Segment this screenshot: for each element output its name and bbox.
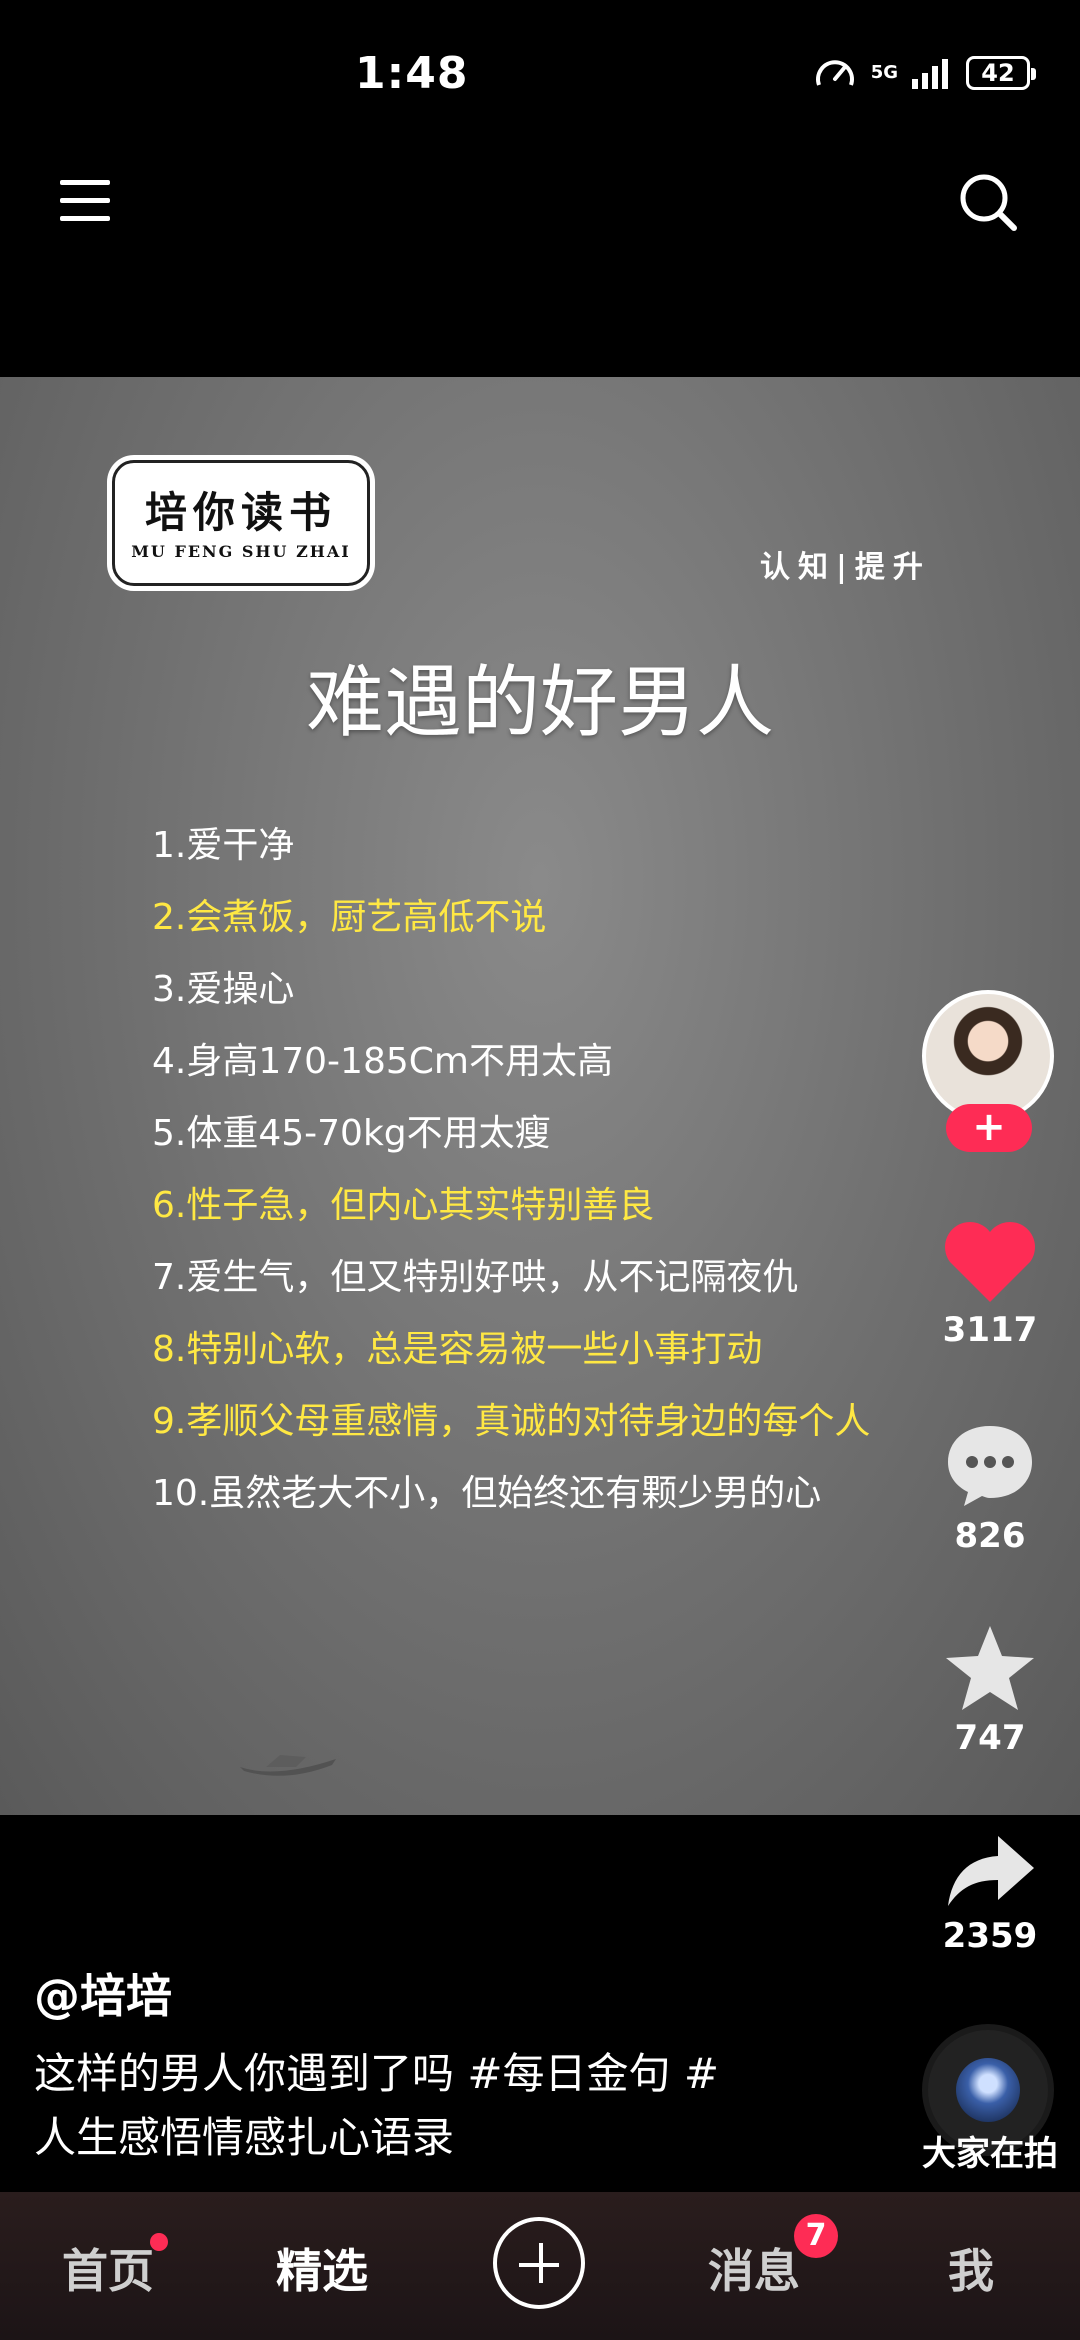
network-type: 5G [870, 62, 898, 83]
comment-count: 826 [954, 1516, 1026, 1556]
list-item: 7.爱生气，但又特别好哄，从不记隔夜仇 [152, 1257, 799, 1298]
share-count: 2359 [942, 1916, 1038, 1956]
list-item: 4.身高170-185Cm不用太高 [152, 1041, 613, 1082]
list-item: 1.爱干净 [152, 825, 295, 866]
author-avatar[interactable] [922, 990, 1054, 1122]
brand-logo: 培你读书 MU FENG SHU ZHAI [112, 460, 370, 586]
status-icons: 5G 42 [813, 55, 1036, 91]
like-count: 3117 [942, 1310, 1038, 1350]
list-item: 9.孝顺父母重感情，真诚的对待身边的每个人 [152, 1401, 871, 1442]
home-notification-dot [150, 2233, 168, 2251]
favorite-button[interactable]: 747 [930, 1622, 1050, 1758]
music-label[interactable]: 大家在拍 [910, 2126, 1070, 2175]
share-button[interactable]: 2359 [930, 1830, 1050, 1956]
qualities-list: 1.爱干净 2.会煮饭，厨艺高低不说 3.爱操心 4.身高170-185Cm不用… [152, 818, 870, 1538]
boat-illustration [236, 1745, 346, 1785]
nav-featured[interactable]: 精选 [276, 2235, 368, 2301]
list-item: 8.特别心软，总是容易被一些小事打动 [152, 1329, 763, 1370]
list-item: 5.体重45-70kg不用太瘦 [152, 1113, 551, 1154]
create-button[interactable] [493, 2217, 585, 2309]
like-button[interactable]: 3117 [930, 1218, 1050, 1350]
follow-button[interactable]: + [946, 1104, 1032, 1152]
logo-subtitle: MU FENG SHU ZHAI [131, 542, 351, 561]
logo-title: 培你读书 [144, 488, 337, 537]
battery-level: 42 [981, 59, 1015, 87]
list-item: 6.性子急，但内心其实特别善良 [152, 1185, 655, 1226]
nav-me[interactable]: 我 [948, 2235, 994, 2301]
author-name[interactable]: @培培 [34, 1960, 172, 2026]
messages-badge: 7 [794, 2214, 838, 2258]
nav-messages[interactable]: 消息 [708, 2235, 800, 2301]
speed-icon [813, 55, 857, 91]
favorite-count: 747 [954, 1718, 1026, 1758]
heart-icon [945, 1222, 1035, 1302]
status-bar: 1:48 5G 42 [0, 0, 1080, 150]
battery-icon: 42 [966, 56, 1036, 90]
video-headline: 难遇的好男人 [305, 658, 774, 748]
post-description[interactable]: 这样的男人你遇到了吗 #每日金句 #人生感悟情感扎心语录 [34, 2042, 754, 2170]
list-item: 3.爱操心 [152, 969, 295, 1010]
top-bar [0, 150, 1080, 377]
share-icon [948, 1836, 1034, 1906]
music-cover [956, 2058, 1020, 2122]
comment-icon [948, 1426, 1032, 1506]
star-icon [946, 1626, 1034, 1710]
search-icon[interactable] [956, 170, 1020, 234]
comment-button[interactable]: 826 [930, 1420, 1050, 1556]
signal-icon [912, 57, 952, 89]
nav-home[interactable]: 首页 [62, 2235, 154, 2301]
list-item: 10.虽然老大不小，但始终还有颗少男的心 [152, 1473, 822, 1514]
status-time: 1:48 [355, 48, 469, 99]
slogan: 认知|提升 [760, 550, 931, 585]
list-item: 2.会煮饭，厨艺高低不说 [152, 897, 547, 938]
menu-icon[interactable] [60, 180, 110, 230]
